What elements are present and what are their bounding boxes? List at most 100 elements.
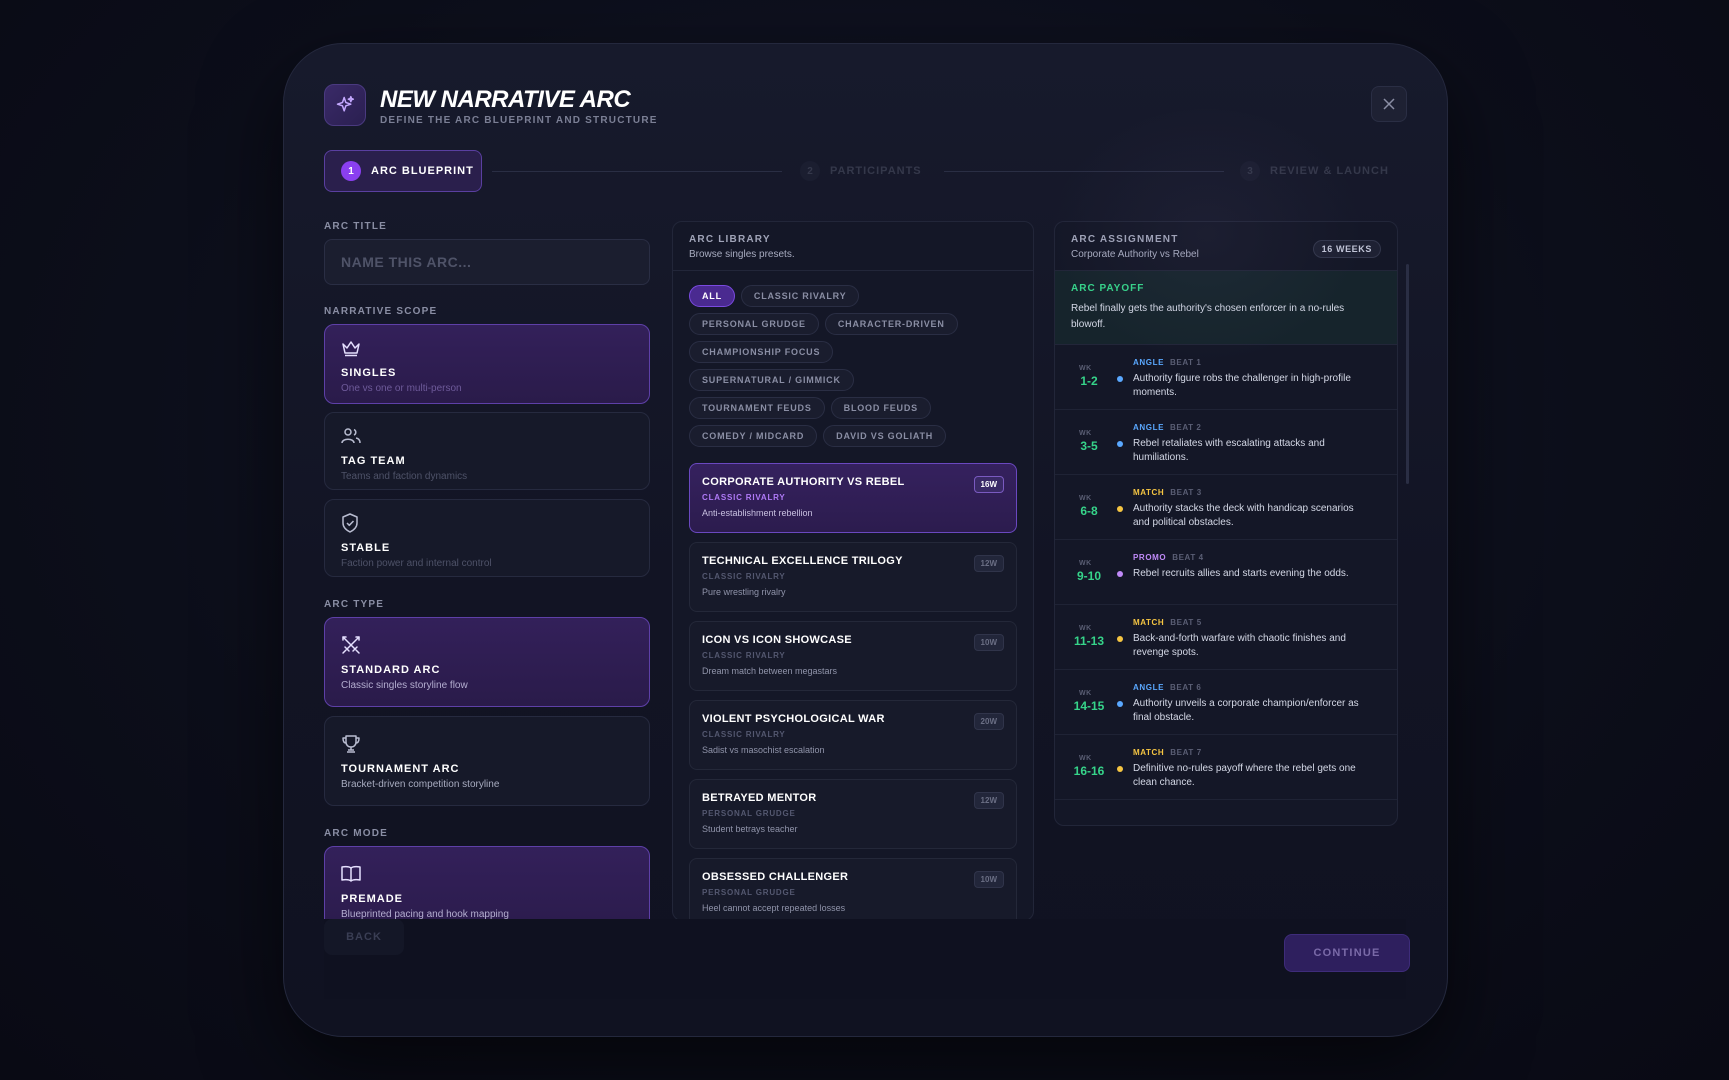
preset-name: Technical Excellence Trilogy: [702, 555, 903, 567]
mode-option-premade[interactable]: Premade Blueprinted pacing and hook mapp…: [324, 846, 650, 919]
filter-chip[interactable]: All: [689, 285, 735, 307]
preset-desc: Dream match between megastars: [702, 666, 838, 676]
preset-weeks-badge: 12W: [973, 792, 1004, 809]
week-range: 9-10: [1076, 569, 1102, 583]
scope-option-name: Tag Team: [341, 455, 406, 467]
preset-name: Icon vs Icon Showcase: [702, 634, 852, 646]
filter-chip[interactable]: Supernatural / Gimmick: [689, 369, 854, 391]
type-option-name: Standard Arc: [341, 664, 441, 676]
filter-chip[interactable]: Championship Focus: [689, 341, 834, 363]
beat-desc: Rebel retaliates with escalating attacks…: [1133, 438, 1325, 463]
beat-dot: [1117, 701, 1123, 707]
scope-option-name: Stable: [341, 542, 391, 554]
preset-category: Personal Grudge: [702, 809, 796, 818]
continue-button[interactable]: Continue: [1284, 934, 1410, 972]
beat-row[interactable]: WK 1-2 Angle Beat 1 Authority figure robs th…: [1055, 345, 1397, 410]
filter-chip[interactable]: Personal Grudge: [689, 313, 819, 335]
preset-category: Classic Rivalry: [702, 572, 786, 581]
filter-chip[interactable]: David vs Goliath: [823, 425, 947, 447]
beat-number: Beat 2: [1170, 423, 1202, 432]
close-button[interactable]: [1371, 86, 1407, 122]
beat-type-label: Angle: [1133, 358, 1164, 367]
preset-card[interactable]: Violent Psychological War Classic Rivalry…: [689, 700, 1017, 770]
beat-row[interactable]: WK 3-5 Angle Beat 2 Rebel retaliates with es…: [1055, 410, 1397, 475]
beat-type-label: Promo: [1133, 553, 1167, 562]
preset-name: Violent Psychological War: [702, 713, 885, 725]
preset-desc: Pure wrestling rivalry: [702, 587, 786, 597]
crossed-swords-icon: [341, 634, 633, 656]
preset-card[interactable]: Betrayed Mentor Personal Grudge Student be…: [689, 779, 1017, 849]
beat-type: Match Beat 3: [1133, 488, 1202, 497]
beat-desc: Back-and-forth warfare with chaotic fini…: [1133, 633, 1346, 658]
scope-option-desc: One vs one or multi-person: [341, 383, 462, 394]
beat-type-label: Match: [1133, 618, 1165, 627]
beat-row[interactable]: WK 14-15 Angle Beat 6 Authority unveils a co…: [1055, 670, 1397, 735]
arc-library-title: Arc Library: [689, 234, 771, 245]
beat-desc: Rebel recruits allies and starts evening…: [1133, 568, 1349, 579]
preset-card[interactable]: Technical Excellence Trilogy Classic Riva…: [689, 542, 1017, 612]
beat-row[interactable]: WK 9-10 Promo Beat 4 Rebel recruits allies a…: [1055, 540, 1397, 605]
arc-title-input[interactable]: [324, 239, 650, 285]
filter-chip[interactable]: Character-Driven: [824, 313, 958, 335]
type-option-desc: Classic singles storyline flow: [341, 680, 468, 691]
step-number: 2: [800, 161, 820, 181]
week-label: WK: [1079, 365, 1092, 372]
preset-weeks-badge: 12W: [973, 555, 1004, 572]
step-label: Participants: [830, 165, 922, 177]
preset-card[interactable]: Corporate Authority vs Rebel Classic Riva…: [689, 463, 1017, 533]
type-option-name: Tournament Arc: [341, 763, 460, 775]
beat-dot: [1117, 571, 1123, 577]
week-label: WK: [1079, 690, 1092, 697]
back-button[interactable]: Back: [324, 919, 404, 955]
beat-dot: [1117, 636, 1123, 642]
filter-chip[interactable]: Tournament Feuds: [689, 397, 825, 419]
preset-card[interactable]: Icon vs Icon Showcase Classic Rivalry Drea…: [689, 621, 1017, 691]
beat-type: Angle Beat 6: [1133, 683, 1201, 692]
preset-weeks-badge: 10W: [973, 634, 1004, 651]
type-option-tournament-arc[interactable]: Tournament Arc Bracket-driven competitio…: [324, 716, 650, 806]
trophy-icon: [341, 733, 633, 755]
beat-type-label: Match: [1133, 488, 1165, 497]
week-range: 11-13: [1073, 634, 1105, 648]
filter-chip[interactable]: Blood Feuds: [830, 397, 931, 419]
preset-card[interactable]: Obsessed Challenger Personal Grudge Heel c…: [689, 858, 1017, 920]
preset-name: Betrayed Mentor: [702, 792, 817, 804]
users-icon: [341, 425, 633, 447]
preset-desc: Heel cannot accept repeated losses: [702, 903, 846, 913]
beat-number: Beat 6: [1170, 683, 1202, 692]
beat-type-label: Angle: [1133, 683, 1164, 692]
beat-dot: [1117, 506, 1123, 512]
scrollbar[interactable]: [1406, 264, 1409, 484]
scope-option-singles[interactable]: Singles One vs one or multi-person: [324, 324, 650, 404]
week-range: 14-15: [1073, 699, 1105, 713]
scope-option-stable[interactable]: Stable Faction power and internal contro…: [324, 499, 650, 577]
filter-chip[interactable]: Classic Rivalry: [740, 285, 860, 307]
scope-option-name: Singles: [341, 367, 397, 379]
arc-type-label: Arc Type: [324, 599, 385, 610]
beat-dot: [1117, 376, 1123, 382]
mode-option-name: Premade: [341, 893, 404, 905]
beat-row[interactable]: WK 11-13 Match Beat 5 Back-and-forth warfare…: [1055, 605, 1397, 670]
preset-desc: Student betrays teacher: [702, 824, 798, 834]
week-range: 1-2: [1080, 374, 1098, 388]
preset-list: Corporate Authority vs Rebel Classic Riva…: [673, 455, 1033, 920]
step-connector: [944, 171, 1224, 172]
beat-number: Beat 4: [1172, 553, 1204, 562]
step-review-launch[interactable]: 3 Review & Launch: [1240, 161, 1389, 181]
mode-option-desc: Blueprinted pacing and hook mapping: [341, 909, 509, 919]
type-option-standard-arc[interactable]: Standard Arc Classic singles storyline f…: [324, 617, 650, 707]
scope-option-tag-team[interactable]: Tag Team Teams and faction dynamics: [324, 412, 650, 490]
beat-desc: Authority unveils a corporate champion/e…: [1133, 698, 1359, 723]
preset-category: Classic Rivalry: [702, 730, 786, 739]
preset-desc: Sadist vs masochist escalation: [702, 745, 825, 755]
beat-desc: Definitive no-rules payoff where the reb…: [1133, 763, 1356, 788]
beat-row[interactable]: WK 6-8 Match Beat 3 Authority stacks the dec…: [1055, 475, 1397, 540]
beat-row[interactable]: WK 16-16 Match Beat 7 Definitive no-rules pa…: [1055, 735, 1397, 800]
preset-weeks-badge: 20W: [973, 713, 1004, 730]
arc-library-subtitle: Browse singles presets.: [689, 249, 795, 260]
arc-library-panel: Arc Library Browse singles presets. All C…: [672, 221, 1034, 921]
week-label: WK: [1079, 560, 1092, 567]
filter-chip[interactable]: Comedy / Midcard: [689, 425, 818, 447]
step-participants[interactable]: 2 Participants: [800, 161, 922, 181]
beat-type: Angle Beat 1: [1133, 358, 1201, 367]
